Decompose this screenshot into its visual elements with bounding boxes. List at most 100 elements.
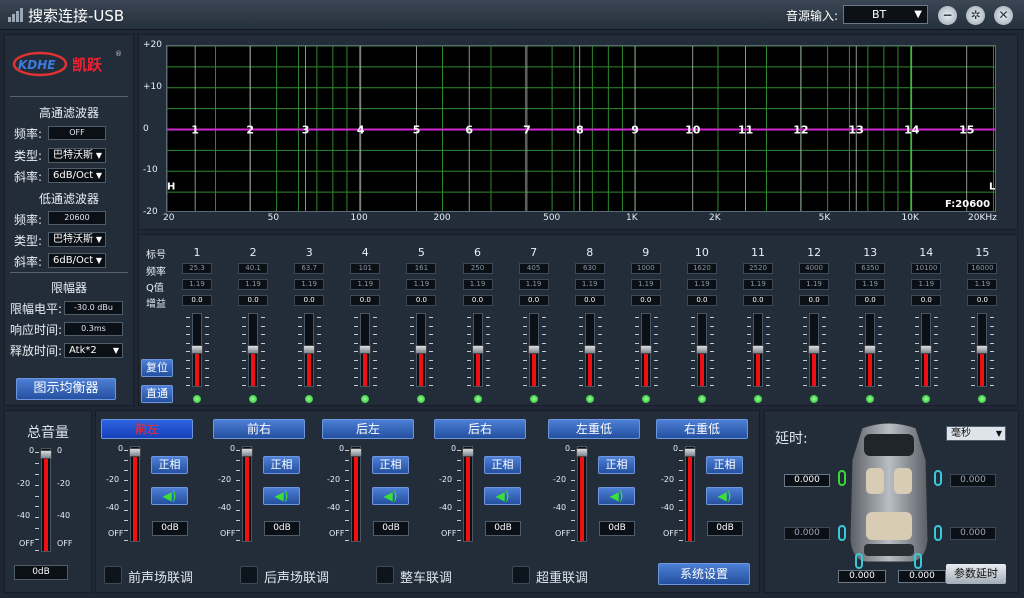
fader-thumb[interactable] [471,345,484,354]
band-q-input[interactable]: 1.19 [294,279,325,290]
band-gain-input[interactable]: 0.0 [967,295,998,306]
fader-thumb[interactable] [415,345,428,354]
band-gain-input[interactable]: 0.0 [238,295,269,306]
band-gain-input[interactable]: 0.0 [630,295,661,306]
volume-fader[interactable] [571,446,588,542]
channel-button[interactable]: 左重低 [548,419,640,439]
lpf-type-select[interactable]: 巴特沃斯 ▼ [48,232,106,247]
band-marker[interactable]: 14 [904,124,920,137]
band-marker[interactable]: 10 [685,124,701,137]
fader-thumb[interactable] [583,345,596,354]
volume-fader[interactable] [679,446,696,542]
band-marker[interactable]: 11 [738,124,753,137]
band-gain-input[interactable]: 0.0 [686,295,717,306]
fader-thumb[interactable] [639,345,652,354]
band-fader[interactable] [354,313,378,387]
band-fader[interactable] [410,313,434,387]
lpf-freq-input[interactable]: 20600 [48,211,106,225]
band-fader[interactable] [242,313,266,387]
band-q-input[interactable]: 1.19 [406,279,437,290]
limiter-attack-input[interactable]: 0.3ms [64,322,123,336]
speaker-position-icon[interactable] [914,553,922,569]
band-freq-input[interactable]: 161 [406,263,437,274]
volume-fader[interactable] [457,446,474,542]
channel-button[interactable]: 右重低 [656,419,748,439]
band-freq-input[interactable]: 40.1 [238,263,269,274]
band-gain-input[interactable]: 0.0 [911,295,942,306]
band-freq-input[interactable]: 4000 [799,263,830,274]
band-fader[interactable] [690,313,714,387]
link-checkbox[interactable] [512,566,530,584]
speaker-icon[interactable]: ◀) [706,487,743,505]
band-freq-input[interactable]: 405 [518,263,549,274]
delay-value-box[interactable]: 0.000 [784,474,830,487]
channel-button[interactable]: 前右 [213,419,305,439]
hpf-slope-select[interactable]: 6dB/Oct ▼ [48,168,106,183]
param-delay-button[interactable]: 参数延时 [946,564,1006,584]
speaker-icon[interactable]: ◀) [151,487,188,505]
fader-thumb[interactable] [752,345,764,354]
band-fader[interactable] [578,313,602,387]
volume-fader[interactable] [236,446,253,542]
source-select[interactable]: BT ▼ [843,5,928,24]
system-settings-button[interactable]: 系统设置 [658,563,750,585]
band-marker[interactable]: 2 [246,124,254,137]
fader-thumb[interactable] [462,448,474,457]
band-marker[interactable]: 5 [413,124,421,137]
band-fader[interactable] [298,313,322,387]
delay-value-box[interactable]: 0.000 [898,570,946,583]
delay-value-box[interactable]: 0.000 [784,527,830,540]
band-fader[interactable] [803,313,827,387]
band-marker[interactable]: 6 [465,124,473,137]
band-gain-input[interactable]: 0.0 [574,295,605,306]
phase-button[interactable]: 正相 [598,456,635,474]
band-q-input[interactable]: 1.19 [238,279,269,290]
fader-thumb[interactable] [191,345,203,354]
band-freq-input[interactable]: 250 [462,263,493,274]
band-fader[interactable] [186,313,209,387]
fader-thumb[interactable] [129,448,141,457]
fader-thumb[interactable] [808,345,821,354]
band-marker[interactable]: 7 [523,124,531,137]
band-q-input[interactable]: 1.19 [182,279,212,290]
band-q-input[interactable]: 1.19 [743,279,773,290]
speaker-icon[interactable]: ◀) [598,487,635,505]
band-gain-input[interactable]: 0.0 [462,295,493,306]
delay-value-box[interactable]: 0.000 [950,527,996,540]
band-q-input[interactable]: 1.19 [799,279,830,290]
band-q-input[interactable]: 1.19 [518,279,549,290]
delay-value-box[interactable]: 0.000 [950,474,996,487]
fader-thumb[interactable] [976,345,989,354]
settings-gear-icon[interactable]: ✲ [966,6,985,25]
channel-button[interactable]: 后右 [434,419,526,439]
lpf-slope-select[interactable]: 6dB/Oct ▼ [48,253,106,268]
fader-thumb[interactable] [864,345,877,354]
band-freq-input[interactable]: 1000 [630,263,661,274]
band-fader[interactable] [971,313,995,387]
band-q-input[interactable]: 1.19 [630,279,661,290]
fader-thumb[interactable] [40,450,52,459]
phase-button[interactable]: 正相 [484,456,521,474]
band-fader[interactable] [915,313,939,387]
band-q-input[interactable]: 1.19 [462,279,493,290]
speaker-position-icon[interactable] [855,553,863,569]
limiter-release-select[interactable]: Atk*2 ▼ [64,343,123,358]
hpf-type-select[interactable]: 巴特沃斯 ▼ [48,148,106,163]
volume-fader[interactable] [124,446,141,542]
eq-bypass-button[interactable]: 直通 [141,385,173,403]
volume-fader[interactable] [345,446,362,542]
fader-thumb[interactable] [527,345,540,354]
band-q-input[interactable]: 1.19 [574,279,605,290]
band-gain-input[interactable]: 0.0 [855,295,886,306]
band-freq-input[interactable]: 6350 [855,263,886,274]
band-freq-input[interactable]: 630 [574,263,605,274]
fader-thumb[interactable] [303,345,316,354]
hpf-freq-input[interactable]: OFF [48,126,106,140]
fader-thumb[interactable] [359,345,372,354]
close-button[interactable]: ✕ [994,6,1013,25]
limiter-level-input[interactable]: -30.0 dBu [64,301,123,315]
band-freq-input[interactable]: 101 [350,263,381,274]
band-gain-input[interactable]: 0.0 [743,295,773,306]
band-marker[interactable]: 9 [631,124,639,137]
fader-thumb[interactable] [247,345,260,354]
